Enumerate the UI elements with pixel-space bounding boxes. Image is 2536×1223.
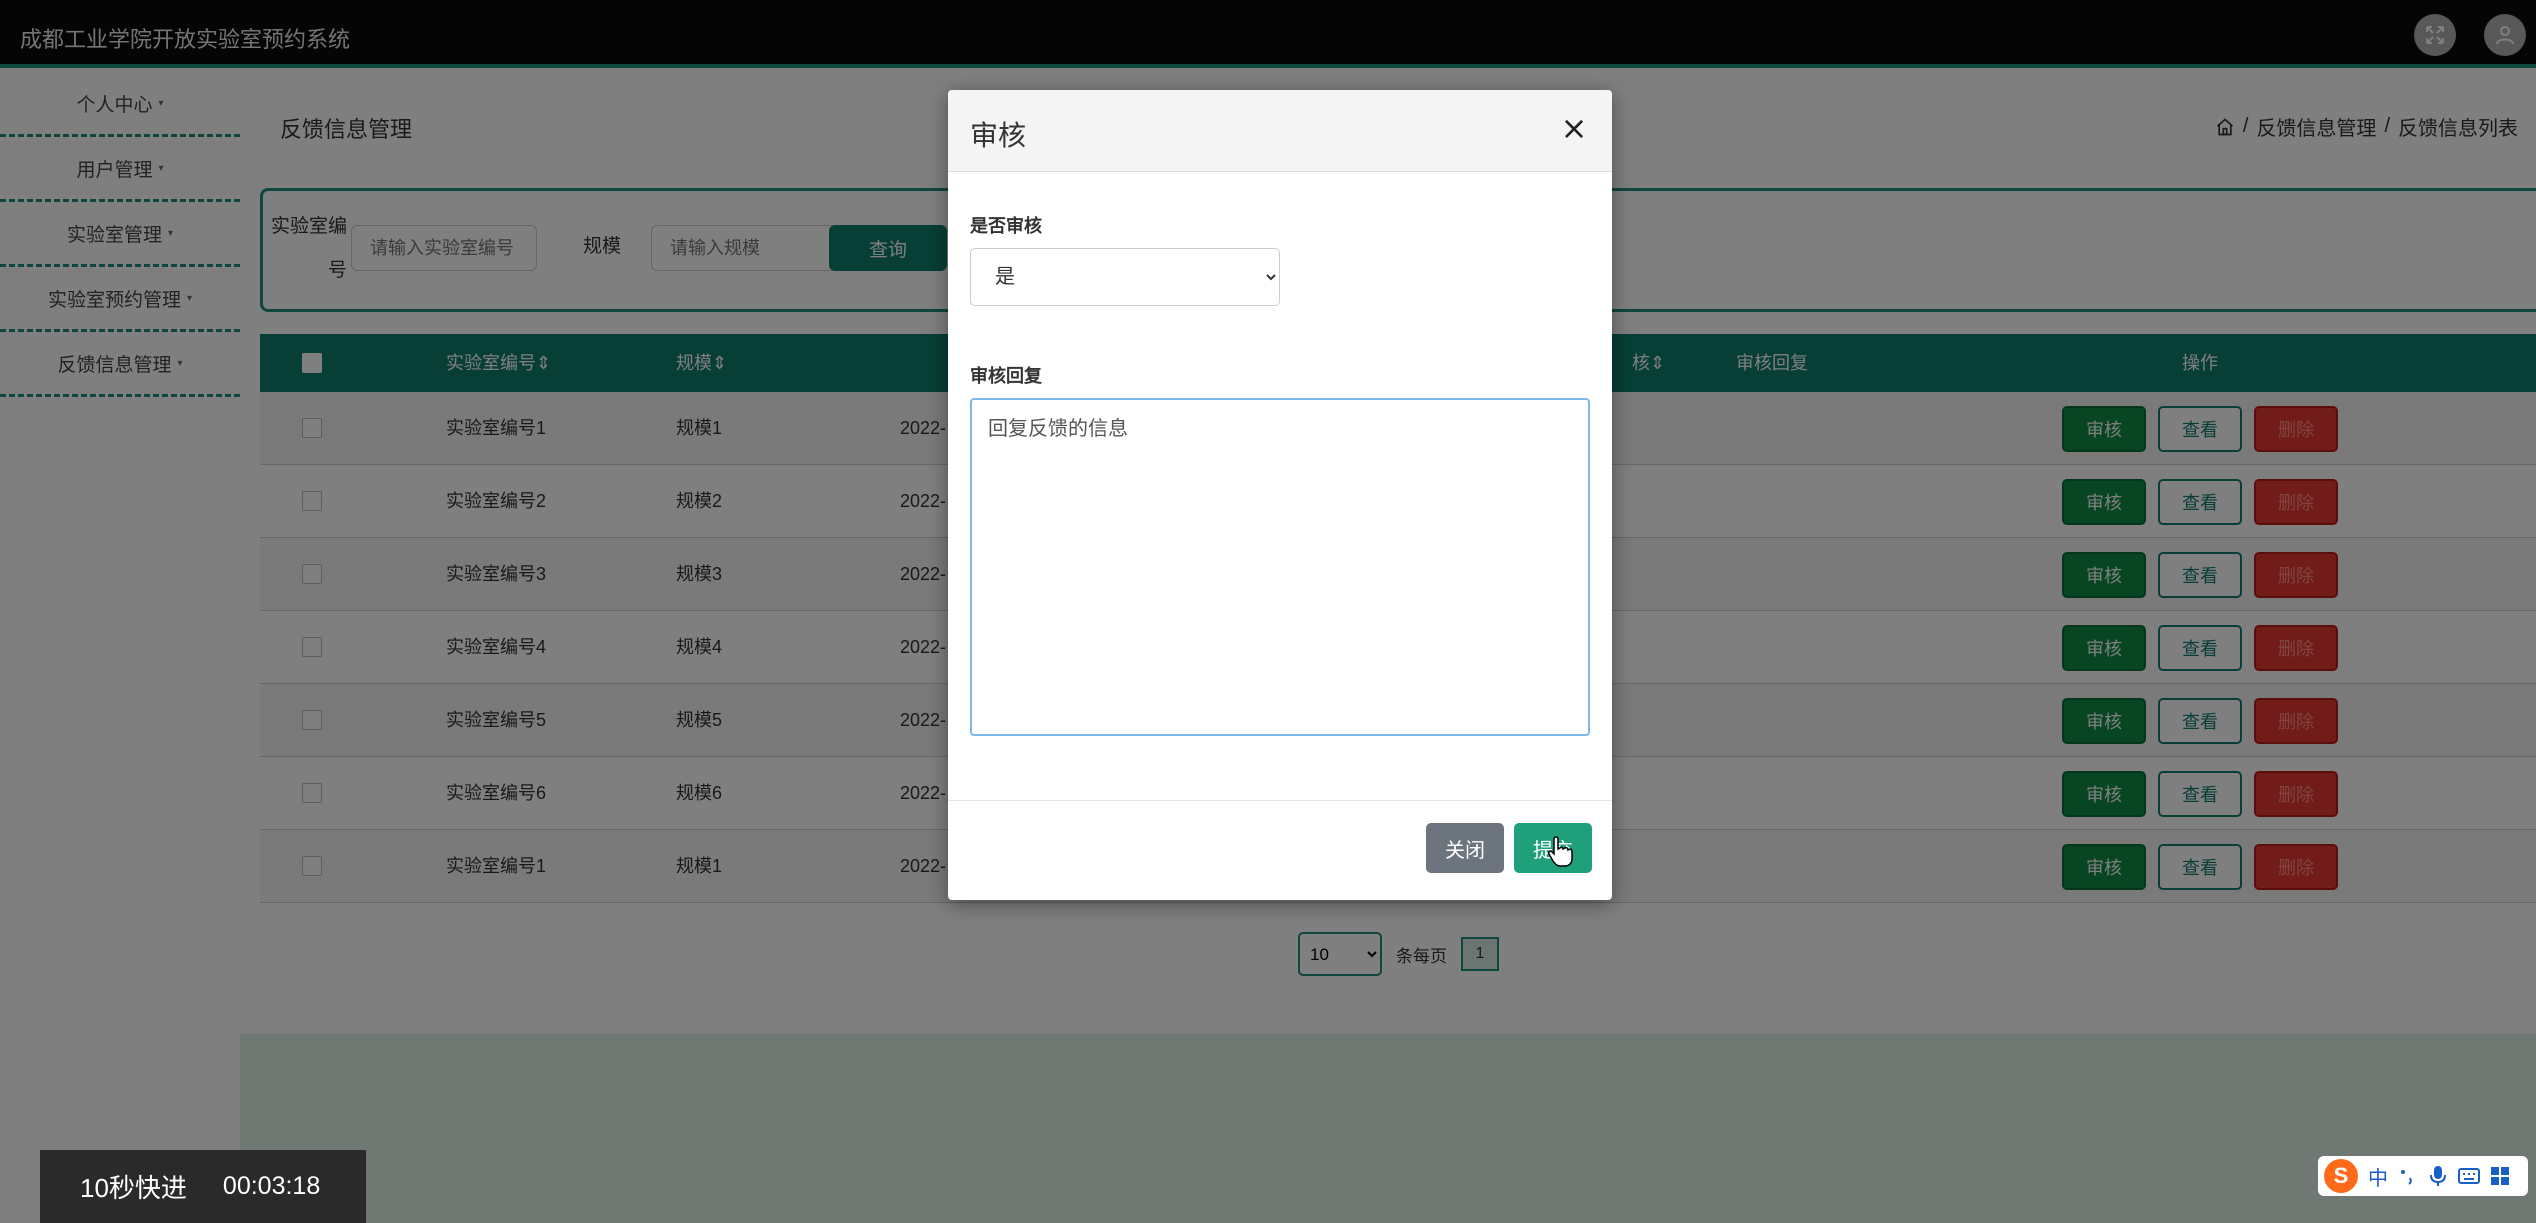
- ime-mode-toggle[interactable]: 中: [2368, 1162, 2388, 1191]
- microphone-icon[interactable]: [2428, 1165, 2448, 1187]
- hand-cursor-icon: [1548, 836, 1573, 867]
- approve-select[interactable]: 是: [970, 248, 1280, 306]
- ime-toolbar: S 中: [2318, 1156, 2528, 1196]
- review-modal: 审核 × 是否审核 是 审核回复 回复反馈的信息 关闭 提交: [948, 90, 1612, 900]
- sogou-logo-icon[interactable]: S: [2324, 1159, 2358, 1193]
- video-control-bar: 10秒快进 00:03:18: [40, 1150, 366, 1223]
- modal-title: 审核: [970, 120, 1027, 151]
- approve-field-label: 是否审核: [970, 216, 1042, 236]
- close-icon[interactable]: ×: [1554, 108, 1594, 148]
- grid-menu-icon[interactable]: [2490, 1166, 2510, 1186]
- fast-forward-button[interactable]: 10秒快进: [80, 1168, 187, 1205]
- punctuation-icon[interactable]: [2398, 1166, 2418, 1186]
- keyboard-icon[interactable]: [2458, 1167, 2480, 1185]
- reply-field-label: 审核回复: [970, 366, 1042, 386]
- modal-footer: 关闭 提交: [948, 800, 1612, 900]
- close-button[interactable]: 关闭: [1426, 823, 1504, 873]
- reply-textarea[interactable]: 回复反馈的信息: [970, 398, 1590, 736]
- video-timestamp: 00:03:18: [222, 1172, 321, 1200]
- modal-header: 审核 ×: [948, 90, 1612, 172]
